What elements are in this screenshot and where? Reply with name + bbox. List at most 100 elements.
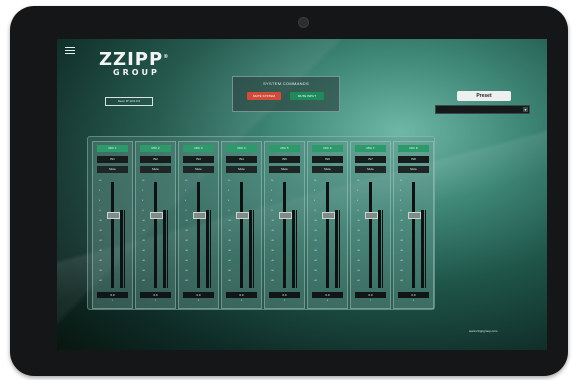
website-link[interactable]: www.zzippgroup.com (469, 329, 497, 333)
fader-knob[interactable] (279, 212, 292, 219)
channel-name-button[interactable]: MIC 2 (140, 145, 171, 152)
fader-knob[interactable] (193, 212, 206, 219)
fader-scale-mark: -30 (400, 250, 403, 252)
fader-scale-mark: -10 (314, 220, 317, 222)
fader-scale-mark: -30 (314, 250, 317, 252)
fader-scale-mark: -40 (400, 260, 403, 262)
fader-scale-mark: -20 (314, 240, 317, 242)
fader-scale: 10 5 0 -5 -10 -15 -20 -30 -40 -50 -60 (314, 180, 320, 288)
fader-scale-mark: -60 (99, 280, 102, 282)
menu-icon[interactable] (65, 47, 75, 56)
channel-strip: MIC 1 IN1 Mute 10 5 0 -5 -10 -15 -20 -30 -40 -50 -60 0… (92, 141, 133, 309)
fader-scale-mark: -60 (228, 280, 231, 282)
fader-scale-mark: -15 (228, 230, 231, 232)
fader-knob[interactable] (150, 212, 163, 219)
channel-mute-button[interactable]: Mute (398, 166, 429, 173)
fader-scale-mark: 10 (228, 180, 231, 182)
channel-number: 8 (412, 300, 415, 302)
fader-knob[interactable] (107, 212, 120, 219)
fader-scale-mark: 10 (271, 180, 274, 182)
channel-label: IN7 (355, 156, 386, 163)
fader-scale-mark: -10 (271, 220, 274, 222)
fader-knob[interactable] (236, 212, 249, 219)
channel-name-button[interactable]: MIC 6 (312, 145, 343, 152)
fader-scale-mark: -60 (400, 280, 403, 282)
channel-name-button[interactable]: MIC 1 (97, 145, 128, 152)
level-meter-secondary (167, 210, 168, 288)
fader-scale-mark: 10 (185, 180, 188, 182)
channel-mute-button[interactable]: Mute (140, 166, 171, 173)
channel-mute-button[interactable]: Mute (355, 166, 386, 173)
fader-track[interactable] (326, 182, 329, 288)
fader-scale-mark: -10 (185, 220, 188, 222)
channel-value: 0.0 (140, 292, 171, 298)
app-screen: ZZIPP® GROUP Neon IP 10.0.0.0 SYSTEM COM… (57, 39, 547, 350)
channel-label: IN3 (183, 156, 214, 163)
channel-mute-button[interactable]: Mute (312, 166, 343, 173)
channel-name-button[interactable]: MIC 4 (226, 145, 257, 152)
fader-scale-mark: -30 (99, 250, 102, 252)
channel-name-button[interactable]: MIC 3 (183, 145, 214, 152)
mixer-panel: MIC 1 IN1 Mute 10 5 0 -5 -10 -15 -20 -30 -40 -50 -60 0… (87, 136, 435, 310)
fader-scale: 10 5 0 -5 -10 -15 -20 -30 -40 -50 -60 (271, 180, 277, 288)
chevron-down-icon[interactable]: ▾ (523, 107, 528, 112)
fader-scale-mark: -40 (185, 260, 188, 262)
fader-scale-mark: -10 (357, 220, 360, 222)
fader-scale-mark: 0 (228, 200, 230, 202)
system-commands-panel: SYSTEM COMMANDS MUTE SYSTEM MUTE INPUT (232, 76, 340, 112)
channel-value: 0.0 (97, 292, 128, 298)
logo-line1: ZZIPP (99, 49, 164, 70)
fader-scale-mark: -40 (228, 260, 231, 262)
fader-track[interactable] (412, 182, 415, 288)
fader-scale-mark: -10 (228, 220, 231, 222)
mute-system-button[interactable]: MUTE SYSTEM (247, 92, 281, 100)
fader-track[interactable] (369, 182, 372, 288)
fader-knob[interactable] (408, 212, 421, 219)
fader-track[interactable] (283, 182, 286, 288)
fader-scale-mark: 0 (185, 200, 187, 202)
fader-scale-mark: -20 (400, 240, 403, 242)
fader-track[interactable] (197, 182, 200, 288)
channel-value: 0.0 (312, 292, 343, 298)
channel-name-button[interactable]: MIC 7 (355, 145, 386, 152)
fader-scale-mark: 0 (99, 200, 101, 202)
fader-track[interactable] (154, 182, 157, 288)
channel-mute-button[interactable]: Mute (183, 166, 214, 173)
fader-scale-mark: -60 (357, 280, 360, 282)
fader-scale-mark: -50 (185, 270, 188, 272)
channel-mute-button[interactable]: Mute (226, 166, 257, 173)
channel-value: 0.0 (398, 292, 429, 298)
fader-scale-mark: -10 (99, 220, 102, 222)
level-meter (378, 210, 381, 288)
channel-name-button[interactable]: MIC 8 (398, 145, 429, 152)
fader-scale-mark: -5 (99, 210, 101, 212)
fader-knob[interactable] (322, 212, 335, 219)
channel-mute-button[interactable]: Mute (269, 166, 300, 173)
preset-button[interactable]: Preset (457, 91, 511, 101)
fader-scale-mark: 0 (271, 200, 273, 202)
fader-scale-mark: 5 (314, 190, 316, 192)
fader-scale: 10 5 0 -5 -10 -15 -20 -30 -40 -50 -60 (142, 180, 148, 288)
mute-input-button[interactable]: MUTE INPUT (290, 92, 324, 100)
fader-scale: 10 5 0 -5 -10 -15 -20 -30 -40 -50 -60 (228, 180, 234, 288)
channel-mute-button[interactable]: Mute (97, 166, 128, 173)
ip-address: Neon IP 10.0.0.0 (105, 97, 153, 106)
fader-scale-mark: -60 (271, 280, 274, 282)
fader-track[interactable] (240, 182, 243, 288)
fader-scale: 10 5 0 -5 -10 -15 -20 -30 -40 -50 -60 (357, 180, 363, 288)
fader-scale-mark: -30 (228, 250, 231, 252)
level-meter (206, 210, 209, 288)
fader-scale-mark: -30 (185, 250, 188, 252)
fader-scale-mark: -15 (142, 230, 145, 232)
fader-track[interactable] (111, 182, 114, 288)
channel-label: IN1 (97, 156, 128, 163)
fader-knob[interactable] (365, 212, 378, 219)
fader-scale-mark: 10 (314, 180, 317, 182)
fader-scale-mark: -50 (271, 270, 274, 272)
fader-scale-mark: -15 (185, 230, 188, 232)
tablet-frame: ZZIPP® GROUP Neon IP 10.0.0.0 SYSTEM COM… (10, 6, 568, 376)
channel-number: 2 (154, 300, 157, 302)
channel-name-button[interactable]: MIC 5 (269, 145, 300, 152)
fader-scale-mark: -15 (99, 230, 102, 232)
preset-select[interactable]: ▾ (435, 105, 530, 114)
